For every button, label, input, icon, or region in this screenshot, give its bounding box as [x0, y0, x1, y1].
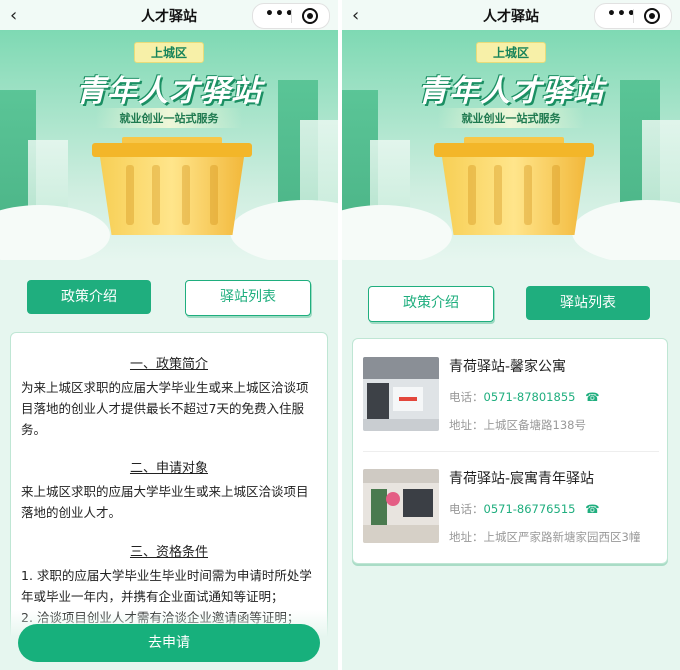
station-list: 青荷驿站-馨家公寓 电话：0571-87801855 ☎ 地址：上城区备塘路13…: [352, 338, 668, 564]
station-item[interactable]: 青荷驿站-宸寓青年驿站 电话：0571-86776515 ☎ 地址：上城区严家路…: [363, 463, 659, 563]
basket-slat: [152, 165, 160, 225]
basket-slat: [126, 165, 134, 225]
phone-icon[interactable]: ☎: [585, 502, 599, 516]
basket-lid: [92, 143, 252, 157]
divider: [363, 451, 659, 452]
station-address-row: 地址：上城区备塘路138号: [449, 417, 586, 433]
nav-bar: ‹ 人才驿站 •••: [342, 0, 680, 30]
capsule-divider: [291, 9, 292, 23]
banner-subtitle: 就业创业一站式服务: [437, 108, 585, 128]
record-circle-icon[interactable]: [644, 8, 660, 24]
hero-banner: 上城区 青年人才驿站 就业创业一站式服务: [0, 30, 338, 260]
station-name: 青荷驿站-宸寓青年驿站: [449, 471, 595, 487]
hero-banner: 上城区 青年人才驿站 就业创业一站式服务: [342, 30, 680, 260]
station-address: 上城区备塘路138号: [483, 418, 586, 432]
mini-program-capsule: •••: [594, 3, 672, 29]
station-address: 上城区严家路新塘家园西区3幢: [483, 530, 641, 544]
section-heading: 一、政策简介: [129, 357, 208, 372]
station-phone-row: 电话：0571-86776515 ☎: [449, 501, 599, 517]
phone-icon[interactable]: ☎: [585, 390, 599, 404]
banner-title: 青年人才驿站: [418, 74, 604, 109]
station-address-row: 地址：上城区严家路新塘家园西区3幢: [449, 529, 640, 545]
address-label: 地址：: [449, 418, 484, 432]
tab-stations[interactable]: 驿站列表: [526, 286, 650, 320]
capsule-divider: [633, 9, 634, 23]
station-item[interactable]: 青荷驿站-馨家公寓 电话：0571-87801855 ☎ 地址：上城区备塘路13…: [363, 351, 659, 451]
basket-body: [442, 157, 586, 235]
basket-slat: [210, 165, 218, 225]
station-name: 青荷驿站-馨家公寓: [449, 359, 567, 375]
basket-slat: [552, 165, 560, 225]
right-screen: ‹ 人才驿站 ••• 上城区 青年人才驿站 就业创业一站式服务 政策介绍 驿站列…: [342, 0, 680, 670]
basket-slat: [524, 165, 532, 225]
basket-illustration: [92, 137, 252, 235]
basket-body: [100, 157, 244, 235]
basket-slat: [494, 165, 502, 225]
station-phone[interactable]: 0571-86776515: [484, 502, 576, 516]
phone-label: 电话：: [449, 390, 484, 404]
address-label: 地址：: [449, 530, 484, 544]
apply-button[interactable]: 去申请: [18, 624, 320, 662]
tab-bar: 政策介绍 驿站列表: [342, 286, 680, 326]
basket-slat: [182, 165, 190, 225]
nav-bar: ‹ 人才驿站 •••: [0, 0, 338, 30]
basket-slat: [468, 165, 476, 225]
station-phone-row: 电话：0571-87801855 ☎: [449, 389, 599, 405]
banner-subtitle: 就业创业一站式服务: [95, 108, 243, 128]
tab-stations[interactable]: 驿站列表: [185, 280, 311, 316]
tab-bar: 政策介绍 驿站列表: [0, 280, 338, 320]
section-heading: 二、申请对象: [129, 461, 208, 476]
banner-title: 青年人才驿站: [76, 74, 262, 109]
left-screen: ‹ 人才驿站 ••• 上城区 青年人才驿站 就业创业一站式服务 政策介绍 驿站列…: [0, 0, 338, 670]
district-tag: 上城区: [475, 42, 547, 63]
basket-illustration: [434, 137, 594, 235]
basket-lid: [434, 143, 594, 157]
mini-program-capsule: •••: [252, 3, 330, 29]
station-photo: [363, 357, 439, 431]
section-heading: 三、资格条件: [129, 545, 208, 560]
record-circle-icon[interactable]: [302, 8, 318, 24]
station-photo: [363, 469, 439, 543]
tab-policy[interactable]: 政策介绍: [27, 280, 151, 314]
section-body: 为来上城区求职的应届大学毕业生或来上城区洽谈项目落地的创业人才提供最长不超过7天…: [21, 380, 309, 437]
tab-policy[interactable]: 政策介绍: [368, 286, 494, 322]
district-tag: 上城区: [133, 42, 205, 63]
section-body: 来上城区求职的应届大学毕业生或来上城区洽谈项目落地的创业人才。: [21, 484, 309, 520]
phone-label: 电话：: [449, 502, 484, 516]
station-phone[interactable]: 0571-87801855: [484, 390, 576, 404]
